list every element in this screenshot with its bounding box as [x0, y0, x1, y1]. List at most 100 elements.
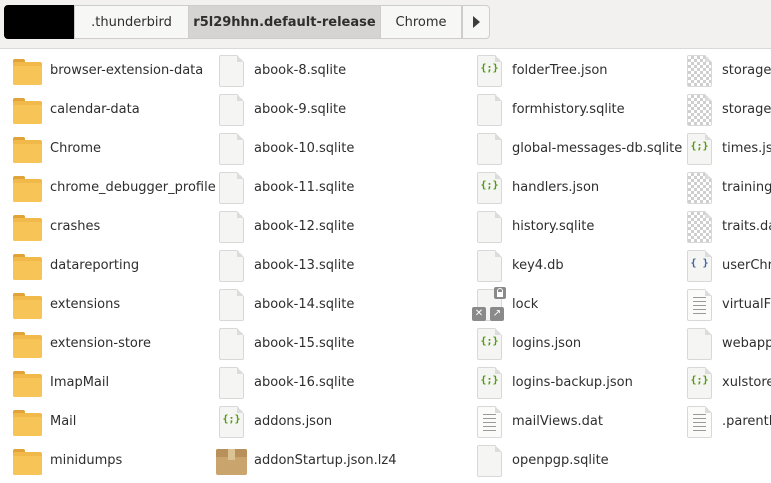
- file-name: virtualFo: [722, 297, 771, 312]
- json-file-icon: {;}: [684, 132, 714, 166]
- file-item[interactable]: storage-: [684, 51, 771, 90]
- path-segment-chrome[interactable]: Chrome: [380, 5, 462, 39]
- file-item[interactable]: abook-12.sqlite: [216, 207, 354, 246]
- folder-icon: [12, 444, 42, 478]
- folder-icon: [12, 132, 42, 166]
- file-item[interactable]: {;} logins-backup.json: [474, 363, 633, 402]
- file-item[interactable]: {;} times.jso: [684, 129, 771, 168]
- file-item[interactable]: abook-9.sqlite: [216, 90, 346, 129]
- file-item[interactable]: addonStartup.json.lz4: [216, 441, 396, 480]
- file-name: lock: [512, 297, 539, 312]
- file-item[interactable]: {;} handlers.json: [474, 168, 599, 207]
- folder-icon: [12, 54, 42, 88]
- image-file-icon: [684, 210, 714, 244]
- path-segment-thunderbird[interactable]: .thunderbird: [74, 5, 189, 39]
- file-name: history.sqlite: [512, 219, 595, 234]
- path-segment-profile[interactable]: r5l29hhn.default-release: [188, 5, 381, 39]
- file-item[interactable]: {;} xulstore: [684, 363, 771, 402]
- file-name: abook-16.sqlite: [254, 375, 355, 390]
- file-icon: [474, 93, 504, 127]
- file-item[interactable]: formhistory.sqlite: [474, 90, 625, 129]
- file-item[interactable]: ✕ ↗ lock: [472, 285, 539, 324]
- file-item[interactable]: {;} folderTree.json: [474, 51, 608, 90]
- folder-item[interactable]: extensions: [12, 285, 120, 324]
- path-bar: .thunderbird r5l29hhn.default-release Ch…: [0, 0, 771, 49]
- file-name: storage-: [722, 102, 771, 117]
- json-file-icon: {;}: [474, 54, 504, 88]
- file-icon: [216, 366, 246, 400]
- folder-item[interactable]: minidumps: [12, 441, 122, 480]
- chevron-right-icon: [472, 16, 480, 28]
- file-item[interactable]: abook-13.sqlite: [216, 246, 354, 285]
- file-name: abook-10.sqlite: [254, 141, 355, 156]
- file-name: datareporting: [50, 258, 140, 273]
- file-item[interactable]: abook-16.sqlite: [216, 363, 354, 402]
- file-item[interactable]: webapp: [684, 324, 771, 363]
- text-file-icon: [684, 288, 714, 322]
- file-item[interactable]: mailViews.dat: [474, 402, 603, 441]
- file-icon: [474, 249, 504, 283]
- folder-item[interactable]: Mail: [12, 402, 76, 441]
- file-icon: [474, 210, 504, 244]
- folder-icon: [12, 327, 42, 361]
- lock-icon: ✕ ↗: [472, 286, 506, 322]
- file-item[interactable]: .parentlo: [684, 402, 771, 441]
- folder-item[interactable]: calendar-data: [12, 90, 140, 129]
- file-item[interactable]: key4.db: [474, 246, 564, 285]
- json-file-icon: { }: [684, 249, 714, 283]
- folder-icon: [12, 288, 42, 322]
- file-name: .parentlo: [722, 414, 771, 429]
- folder-icon: [12, 366, 42, 400]
- image-file-icon: [684, 93, 714, 127]
- file-name: handlers.json: [512, 180, 600, 195]
- folder-item[interactable]: extension-store: [12, 324, 151, 363]
- path-segment-hidden[interactable]: [4, 5, 74, 39]
- file-name: times.jso: [722, 141, 771, 156]
- file-item[interactable]: abook-14.sqlite: [216, 285, 354, 324]
- file-name: key4.db: [512, 258, 564, 273]
- file-icon: [216, 93, 246, 127]
- file-item[interactable]: training: [684, 168, 771, 207]
- file-item[interactable]: {;} addons.json: [216, 402, 332, 441]
- file-name: ImapMail: [50, 375, 110, 390]
- file-item[interactable]: abook-15.sqlite: [216, 324, 354, 363]
- folder-icon: [12, 93, 42, 127]
- file-icon: [474, 132, 504, 166]
- file-item[interactable]: storage-: [684, 90, 771, 129]
- file-item[interactable]: openpgp.sqlite: [474, 441, 609, 480]
- folder-item[interactable]: datareporting: [12, 246, 139, 285]
- folder-icon: [12, 171, 42, 205]
- file-item[interactable]: global-messages-db.sqlite: [474, 129, 682, 168]
- file-icon: [216, 249, 246, 283]
- file-name: Mail: [50, 414, 77, 429]
- folder-item[interactable]: crashes: [12, 207, 100, 246]
- json-file-icon: {;}: [216, 405, 246, 439]
- file-name: training: [722, 180, 771, 195]
- file-item[interactable]: {;} logins.json: [474, 324, 581, 363]
- file-name: global-messages-db.sqlite: [512, 141, 683, 156]
- file-name: Chrome: [50, 141, 101, 156]
- file-name: calendar-data: [50, 102, 140, 117]
- file-item[interactable]: virtualFo: [684, 285, 771, 324]
- file-icon: [216, 132, 246, 166]
- file-name: crashes: [50, 219, 101, 234]
- file-name: addonStartup.json.lz4: [254, 453, 397, 468]
- text-file-icon: [474, 405, 504, 439]
- path-forward-button[interactable]: [462, 5, 490, 39]
- file-name: webapp: [722, 336, 771, 351]
- file-item[interactable]: abook-8.sqlite: [216, 51, 346, 90]
- file-icon: [474, 444, 504, 478]
- file-icon: [216, 54, 246, 88]
- json-file-icon: {;}: [684, 366, 714, 400]
- file-item[interactable]: { } userChro: [684, 246, 771, 285]
- text-file-icon: [684, 405, 714, 439]
- file-item[interactable]: abook-11.sqlite: [216, 168, 354, 207]
- json-file-icon: {;}: [474, 366, 504, 400]
- file-item[interactable]: history.sqlite: [474, 207, 594, 246]
- folder-item[interactable]: chrome_debugger_profile: [12, 168, 216, 207]
- file-item[interactable]: abook-10.sqlite: [216, 129, 354, 168]
- folder-item[interactable]: Chrome: [12, 129, 101, 168]
- folder-item[interactable]: ImapMail: [12, 363, 109, 402]
- file-item[interactable]: traits.da: [684, 207, 771, 246]
- folder-item[interactable]: browser-extension-data: [12, 51, 203, 90]
